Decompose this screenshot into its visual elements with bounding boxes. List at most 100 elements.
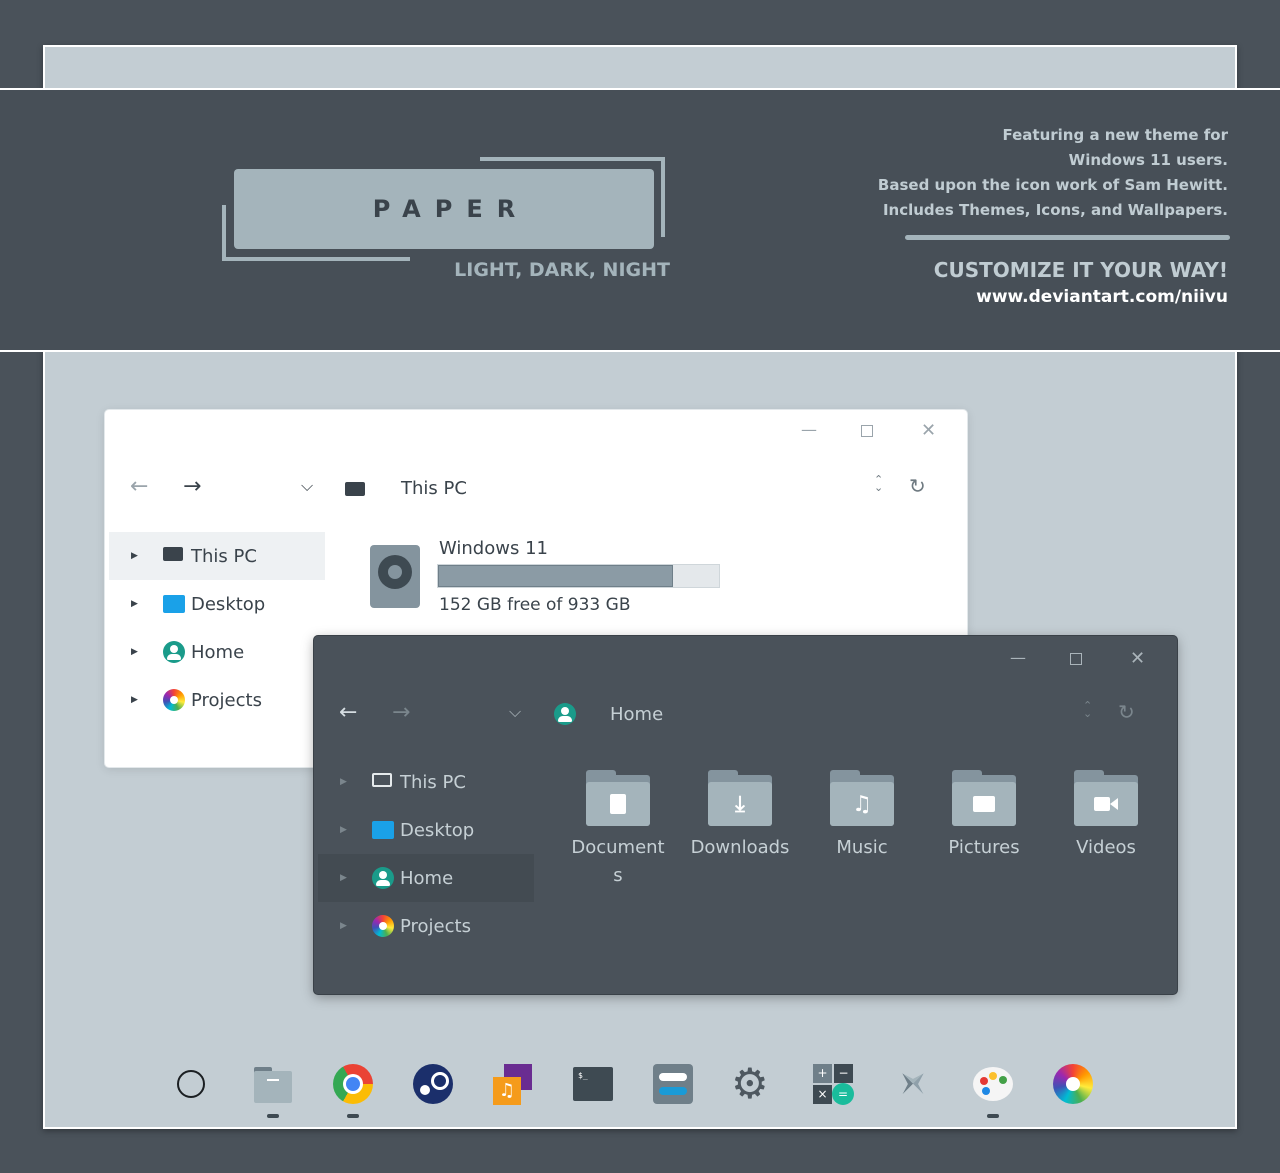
sidebar-item-home[interactable]: ▶ Home <box>109 628 325 676</box>
sidebar-item-projects[interactable]: ▶ Projects <box>318 902 534 950</box>
sidebar-item-label: Projects <box>191 689 262 711</box>
sidebar-item-label: This PC <box>191 545 257 567</box>
maximize-icon <box>861 425 873 437</box>
refresh-icon: ↻ <box>1118 700 1135 724</box>
theme-variants: LIGHT, DARK, NIGHT <box>454 259 670 281</box>
sidebar-item-desktop[interactable]: ▶ Desktop <box>109 580 325 628</box>
blurb-line: Includes Themes, Icons, and Wallpapers. <box>882 201 1228 219</box>
video-camera-icon <box>1074 782 1138 826</box>
desktop-folder-icon <box>372 819 394 841</box>
sort-toggle[interactable]: ⌃ ⌄ <box>1083 700 1092 719</box>
maximize-icon <box>1070 653 1082 665</box>
drive-name[interactable]: Windows 11 <box>439 538 548 559</box>
arrow-left-icon: ← <box>339 700 358 725</box>
logo-text: PAPER <box>372 195 530 223</box>
refresh-button[interactable]: ↻ <box>909 474 926 498</box>
maximize-button[interactable] <box>1070 650 1082 669</box>
blurb-line: Windows 11 users. <box>1068 151 1228 169</box>
home-user-icon <box>372 867 394 889</box>
color-wheel-icon[interactable] <box>1052 1063 1094 1105</box>
sidebar-item-label: Desktop <box>191 593 266 615</box>
sidebar-item-label: Home <box>400 867 454 889</box>
start-circle-icon[interactable] <box>170 1063 212 1105</box>
location-label: Home <box>610 704 664 725</box>
arrow-right-icon: → <box>183 474 202 499</box>
minimize-button[interactable]: — <box>801 420 817 439</box>
chevron-down-icon: ⌵ <box>301 476 314 495</box>
blurb-line: Featuring a new theme for <box>1002 126 1228 144</box>
monitor-icon <box>372 771 394 793</box>
back-button[interactable]: ← <box>130 474 148 499</box>
history-dropdown-button[interactable]: ⌵ <box>301 476 313 496</box>
download-icon: ⤓ <box>735 791 745 817</box>
arrow-right-icon: → <box>392 700 411 725</box>
file-manager-icon[interactable] <box>252 1063 294 1105</box>
image-icon <box>952 782 1016 826</box>
expand-triangle-icon[interactable]: ▶ <box>131 695 145 705</box>
location-label: This PC <box>401 478 467 499</box>
toggle-settings-icon[interactable] <box>652 1063 694 1105</box>
folder-pictures[interactable]: Pictures <box>929 770 1039 862</box>
expand-triangle-icon[interactable]: ▶ <box>131 599 145 609</box>
pinwheel-icon[interactable] <box>892 1063 934 1105</box>
calculator-icon[interactable]: + − × = <box>812 1063 854 1105</box>
folder-label: Videos <box>1076 837 1136 858</box>
folder-music[interactable]: ♫ Music <box>807 770 917 862</box>
sidebar-item-label: Home <box>191 641 245 663</box>
sidebar-item-this-pc[interactable]: ▶ This PC <box>109 532 325 580</box>
history-dropdown-button[interactable]: ⌵ <box>509 702 521 722</box>
folder-downloads[interactable]: ⤓ Downloads <box>685 770 795 862</box>
folder-label: Documents <box>571 837 665 886</box>
expand-triangle-icon[interactable]: ▶ <box>340 777 354 787</box>
running-indicator <box>347 1114 359 1118</box>
drive-usage-fill <box>438 565 674 587</box>
close-button[interactable]: ✕ <box>1130 648 1145 669</box>
logo-box: PAPER <box>234 169 654 249</box>
close-button[interactable]: ✕ <box>921 420 936 441</box>
back-button[interactable]: ← <box>339 700 357 725</box>
paint-palette-icon[interactable] <box>972 1063 1014 1105</box>
forward-button[interactable]: → <box>392 700 410 725</box>
terminal-icon[interactable]: $_ <box>572 1063 614 1105</box>
banner-blurb: Featuring a new theme for Windows 11 use… <box>878 123 1228 223</box>
expand-triangle-icon[interactable]: ▶ <box>340 825 354 835</box>
sidebar-item-home[interactable]: ▶ Home <box>318 854 534 902</box>
sidebar-item-this-pc[interactable]: ▶ This PC <box>318 758 534 806</box>
folder-documents[interactable]: Documents <box>563 770 673 890</box>
color-wheel-icon <box>372 915 394 937</box>
settings-gear-icon[interactable]: ⚙ <box>731 1059 774 1108</box>
steam-icon[interactable] <box>412 1063 454 1105</box>
sidebar-item-projects[interactable]: ▶ Projects <box>109 676 325 724</box>
monitor-icon <box>345 482 365 496</box>
sidebar-item-label: Projects <box>400 915 471 937</box>
sidebar-item-label: Desktop <box>400 819 475 841</box>
home-user-icon <box>554 703 576 725</box>
file-explorer-dark-window[interactable]: — ✕ ← → ⌵ Home ⌃ ⌄ ↻ ▶ This PC ▶ Desktop … <box>314 636 1177 994</box>
maximize-button[interactable] <box>861 422 873 441</box>
sort-toggle[interactable]: ⌃ ⌄ <box>874 474 883 493</box>
expand-triangle-icon[interactable]: ▶ <box>131 647 145 657</box>
refresh-button[interactable]: ↻ <box>1118 700 1135 724</box>
drive-free-space: 152 GB free of 933 GB <box>439 595 631 615</box>
home-user-icon <box>163 641 185 663</box>
location-icon <box>554 703 576 725</box>
folder-label: Pictures <box>948 837 1020 858</box>
expand-triangle-icon[interactable]: ▶ <box>340 873 354 883</box>
running-indicator <box>987 1114 999 1118</box>
refresh-icon: ↻ <box>909 474 926 498</box>
expand-triangle-icon[interactable]: ▶ <box>340 921 354 931</box>
arrow-left-icon: ← <box>130 474 149 499</box>
desktop-folder-icon <box>163 593 185 615</box>
chrome-icon[interactable] <box>332 1063 374 1105</box>
sidebar-item-desktop[interactable]: ▶ Desktop <box>318 806 534 854</box>
forward-button[interactable]: → <box>183 474 201 499</box>
expand-triangle-icon[interactable]: ▶ <box>131 551 145 561</box>
folder-label: Downloads <box>690 837 790 858</box>
color-wheel-icon <box>163 689 185 711</box>
blurb-line: Based upon the icon work of Sam Hewitt. <box>877 176 1228 194</box>
hard-drive-icon[interactable] <box>370 545 420 608</box>
media-player-icon[interactable]: ♫ <box>492 1063 534 1105</box>
minimize-button[interactable]: — <box>1010 648 1026 667</box>
location-icon <box>345 480 365 496</box>
folder-videos[interactable]: Videos <box>1051 770 1161 862</box>
